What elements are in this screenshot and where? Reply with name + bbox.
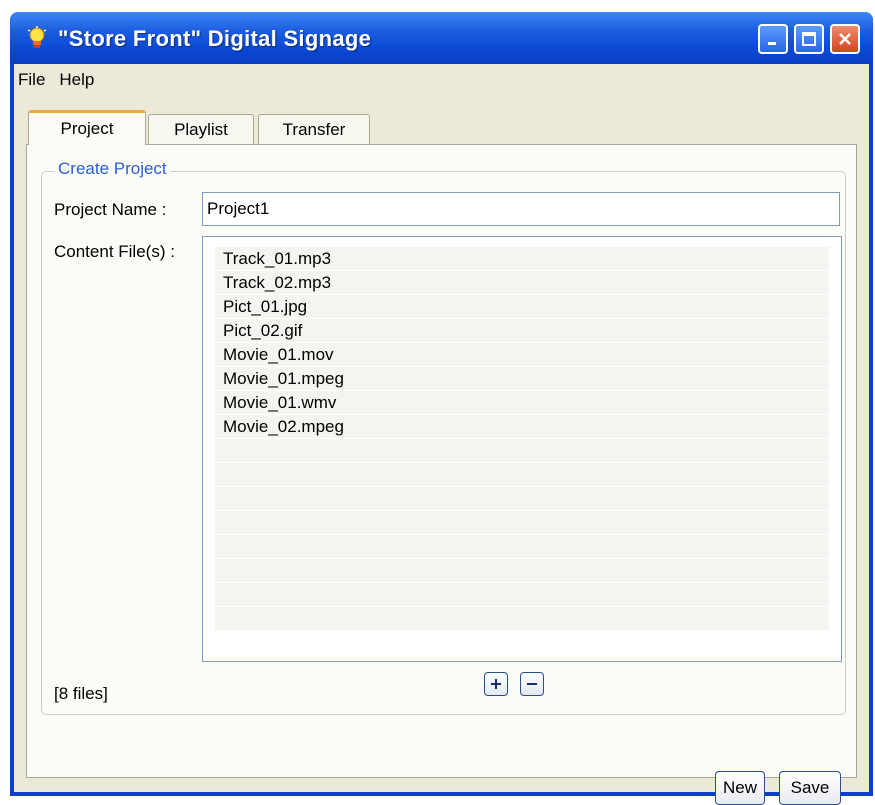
empty-list-row [215,559,829,583]
list-item[interactable]: Pict_01.jpg [215,295,829,319]
save-button[interactable]: Save [779,771,841,805]
empty-list-row [215,583,829,607]
file-count: [8 files] [54,684,108,703]
list-item[interactable]: Movie_01.mpeg [215,367,829,391]
app-window: "Store Front" Digital Signage File Help … [10,12,873,805]
add-file-button[interactable] [484,672,508,696]
content-files-label: Content File(s) : [54,242,175,261]
list-item[interactable]: Track_01.mp3 [215,247,829,271]
empty-list-row [215,535,829,559]
title-bar[interactable]: "Store Front" Digital Signage [10,12,873,64]
empty-list-row [215,487,829,511]
empty-list-row [215,439,829,463]
lightbulb-icon [27,26,47,48]
project-name-label: Project Name : [54,200,167,219]
window-title: "Store Front" Digital Signage [58,26,372,51]
remove-file-button[interactable] [520,672,544,696]
new-button[interactable]: New [715,771,765,805]
minimize-button[interactable] [758,24,788,54]
empty-list-row [215,463,829,487]
menu-help[interactable]: Help [59,66,102,94]
plus-icon [491,679,501,689]
tab-playlist[interactable]: Playlist [148,114,254,144]
empty-list-row [215,511,829,535]
close-button[interactable] [830,24,860,54]
empty-list-row [215,607,829,631]
list-item[interactable]: Pict_02.gif [215,319,829,343]
create-project-group: Create Project Project Name : Content Fi… [41,159,846,715]
project-tab-panel: Create Project Project Name : Content Fi… [26,144,857,805]
content-files-list[interactable]: Track_01.mp3 Track_02.mp3 Pict_01.jpg Pi… [202,236,842,662]
list-item[interactable]: Movie_01.wmv [215,391,829,415]
list-item[interactable]: Movie_02.mpeg [215,415,829,439]
minus-icon [527,683,537,685]
list-item[interactable]: Track_02.mp3 [215,271,829,295]
list-item[interactable]: Movie_01.mov [215,343,829,367]
menu-file[interactable]: File [18,66,53,94]
menu-bar: File Help [14,64,869,96]
maximize-icon [802,32,816,46]
window-client: File Help Project Playlist Transfer Crea… [14,64,869,805]
tab-project[interactable]: Project [28,110,146,145]
tab-transfer[interactable]: Transfer [258,114,370,144]
maximize-button[interactable] [794,24,824,54]
close-icon [839,33,851,45]
project-name-input[interactable] [202,192,840,226]
group-title: Create Project [54,159,171,179]
minimize-icon [768,42,776,45]
